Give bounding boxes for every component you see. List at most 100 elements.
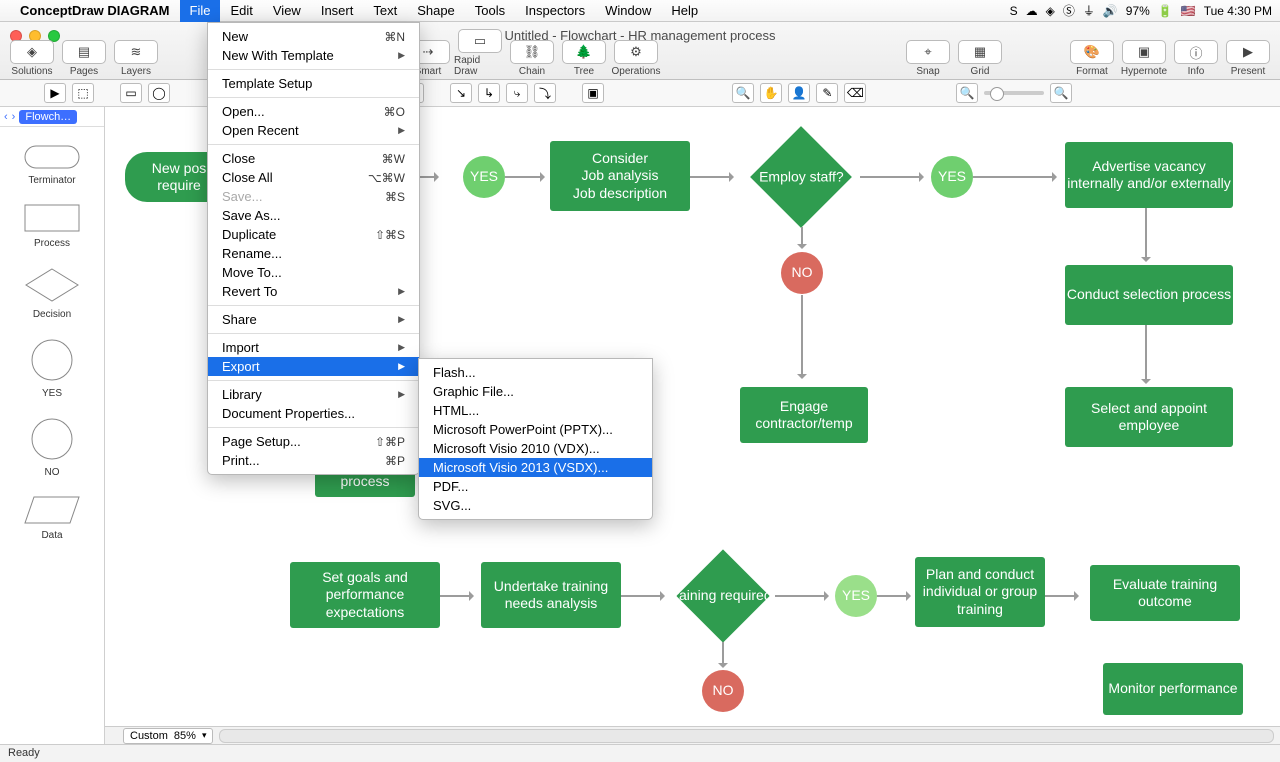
file-menu-item[interactable]: Export bbox=[208, 357, 419, 376]
battery-pct[interactable]: 97% bbox=[1126, 4, 1150, 18]
note-tool-icon[interactable]: ▣ bbox=[582, 83, 604, 103]
file-menu-item[interactable]: Move To... bbox=[208, 263, 419, 282]
tb-solutions[interactable]: ◈Solutions bbox=[6, 40, 58, 77]
zoom-slider[interactable] bbox=[984, 91, 1044, 95]
cloud-icon[interactable]: ☁ bbox=[1026, 4, 1038, 18]
tb-present[interactable]: ▶Present bbox=[1222, 40, 1274, 77]
tb-format[interactable]: 🎨Format bbox=[1066, 40, 1118, 77]
file-menu-item[interactable]: Print...⌘P bbox=[208, 451, 419, 470]
marquee-tool-icon[interactable]: ⬚ bbox=[72, 83, 94, 103]
hand-tool-icon[interactable]: ✋ bbox=[760, 83, 782, 103]
export-menu-item[interactable]: SVG... bbox=[419, 496, 652, 515]
file-menu-item[interactable]: Page Setup...⇧⌘P bbox=[208, 432, 419, 451]
shape-process[interactable]: Process bbox=[0, 204, 104, 249]
tb-rapiddraw[interactable]: ▭Rapid Draw bbox=[454, 29, 506, 77]
menu-file[interactable]: File bbox=[180, 0, 221, 22]
node-conduct-selection[interactable]: Conduct selection process bbox=[1065, 265, 1233, 325]
node-undertake[interactable]: Undertake training needs analysis bbox=[481, 562, 621, 628]
export-menu-item[interactable]: Graphic File... bbox=[419, 382, 652, 401]
bc-current[interactable]: Flowch… bbox=[19, 110, 77, 124]
export-menu-item[interactable]: Microsoft Visio 2010 (VDX)... bbox=[419, 439, 652, 458]
zoom-out-icon[interactable]: 🔍 bbox=[956, 83, 978, 103]
flag-icon[interactable]: 🇺🇸 bbox=[1181, 4, 1196, 18]
menu-shape[interactable]: Shape bbox=[407, 0, 465, 22]
file-menu-item[interactable]: Save As... bbox=[208, 206, 419, 225]
tb-layers[interactable]: ≋Layers bbox=[110, 40, 162, 77]
node-advertise[interactable]: Advertise vacancy internally and/or exte… bbox=[1065, 142, 1233, 208]
node-yes-3[interactable]: YES bbox=[835, 575, 877, 617]
conn1-icon[interactable]: ↘ bbox=[450, 83, 472, 103]
zoom-tool-icon[interactable]: 🔍 bbox=[732, 83, 754, 103]
export-menu-item[interactable]: Microsoft Visio 2013 (VSDX)... bbox=[419, 458, 652, 477]
shape-data[interactable]: Data bbox=[0, 496, 104, 541]
export-menu-item[interactable]: HTML... bbox=[419, 401, 652, 420]
tb-pages[interactable]: ▤Pages bbox=[58, 40, 110, 77]
node-training-required[interactable]: Training required? bbox=[676, 549, 769, 642]
eyedrop-icon[interactable]: ✎ bbox=[816, 83, 838, 103]
node-engage[interactable]: Engage contractor/temp bbox=[740, 387, 868, 443]
menu-text[interactable]: Text bbox=[363, 0, 407, 22]
battery-icon[interactable]: 🔋 bbox=[1158, 4, 1173, 18]
file-menu-item[interactable]: Open Recent bbox=[208, 121, 419, 140]
tb-info[interactable]: ⓘInfo bbox=[1170, 40, 1222, 77]
hscroll-track[interactable] bbox=[219, 729, 1274, 743]
user-tool-icon[interactable]: 👤 bbox=[788, 83, 810, 103]
node-yes-2[interactable]: YES bbox=[931, 156, 973, 198]
menu-window[interactable]: Window bbox=[595, 0, 661, 22]
file-menu-item[interactable]: Rename... bbox=[208, 244, 419, 263]
ellipse-tool-icon[interactable]: ◯ bbox=[148, 83, 170, 103]
file-menu-item[interactable]: Template Setup bbox=[208, 74, 419, 93]
node-employ-staff[interactable]: Employ staff? bbox=[750, 126, 852, 228]
file-menu-item[interactable]: Save...⌘S bbox=[208, 187, 419, 206]
file-menu-item[interactable]: Open...⌘O bbox=[208, 102, 419, 121]
node-yes-1[interactable]: YES bbox=[463, 156, 505, 198]
export-menu-item[interactable]: PDF... bbox=[419, 477, 652, 496]
menu-help[interactable]: Help bbox=[661, 0, 708, 22]
file-menu-item[interactable]: Share bbox=[208, 310, 419, 329]
menu-view[interactable]: View bbox=[263, 0, 311, 22]
file-menu-item[interactable]: New With Template bbox=[208, 46, 419, 65]
file-menu-item[interactable]: Document Properties... bbox=[208, 404, 419, 423]
tb-tree[interactable]: 🌲Tree bbox=[558, 40, 610, 77]
bc-back-icon[interactable]: ‹ bbox=[4, 111, 8, 123]
shape-yes[interactable]: YES bbox=[0, 338, 104, 399]
menu-insert[interactable]: Insert bbox=[311, 0, 364, 22]
wifi-icon[interactable]: ⏚ bbox=[1083, 2, 1095, 19]
node-select-appoint[interactable]: Select and appoint employee bbox=[1065, 387, 1233, 447]
erase-icon[interactable]: ⌫ bbox=[844, 83, 866, 103]
app-name[interactable]: ConceptDraw DIAGRAM bbox=[20, 3, 170, 18]
diamond-icon[interactable]: ◈ bbox=[1046, 4, 1055, 18]
node-consider[interactable]: Consider Job analysis Job description bbox=[550, 141, 690, 211]
clock[interactable]: Tue 4:30 PM bbox=[1204, 4, 1272, 18]
node-monitor[interactable]: Monitor performance bbox=[1103, 663, 1243, 715]
file-menu-item[interactable]: Close⌘W bbox=[208, 149, 419, 168]
node-set-goals[interactable]: Set goals and performance expectations bbox=[290, 562, 440, 628]
menu-tools[interactable]: Tools bbox=[465, 0, 515, 22]
conn4-icon[interactable]: ⤵ bbox=[534, 83, 556, 103]
conn2-icon[interactable]: ↳ bbox=[478, 83, 500, 103]
volume-icon[interactable]: 🔊 bbox=[1103, 4, 1118, 18]
shape-terminator[interactable]: Terminator bbox=[0, 145, 104, 186]
tb-chain[interactable]: ⛓Chain bbox=[506, 40, 558, 77]
tb-hypernote[interactable]: ▣Hypernote bbox=[1118, 40, 1170, 77]
rect-tool-icon[interactable]: ▭ bbox=[120, 83, 142, 103]
node-no-1[interactable]: NO bbox=[781, 252, 823, 294]
menu-edit[interactable]: Edit bbox=[220, 0, 262, 22]
file-menu-item[interactable]: Import bbox=[208, 338, 419, 357]
shape-no[interactable]: NO bbox=[0, 417, 104, 478]
export-menu-item[interactable]: Flash... bbox=[419, 363, 652, 382]
zoom-in-icon[interactable]: 🔍 bbox=[1050, 83, 1072, 103]
arrow-tool-icon[interactable]: ▶ bbox=[44, 83, 66, 103]
tb-grid[interactable]: ▦Grid bbox=[954, 40, 1006, 77]
file-menu-item[interactable]: New⌘N bbox=[208, 27, 419, 46]
node-no-2[interactable]: NO bbox=[702, 670, 744, 712]
zoom-selector[interactable]: Custom85%▾ bbox=[123, 728, 213, 744]
shape-decision[interactable]: Decision bbox=[0, 267, 104, 320]
node-plan-training[interactable]: Plan and conduct individual or group tra… bbox=[915, 557, 1045, 627]
node-evaluate[interactable]: Evaluate training outcome bbox=[1090, 565, 1240, 621]
file-menu-item[interactable]: Revert To bbox=[208, 282, 419, 301]
tb-operations[interactable]: ⚙Operations bbox=[610, 40, 662, 77]
s-icon[interactable]: S bbox=[1010, 4, 1018, 18]
menu-inspectors[interactable]: Inspectors bbox=[515, 0, 595, 22]
file-menu-item[interactable]: Duplicate⇧⌘S bbox=[208, 225, 419, 244]
